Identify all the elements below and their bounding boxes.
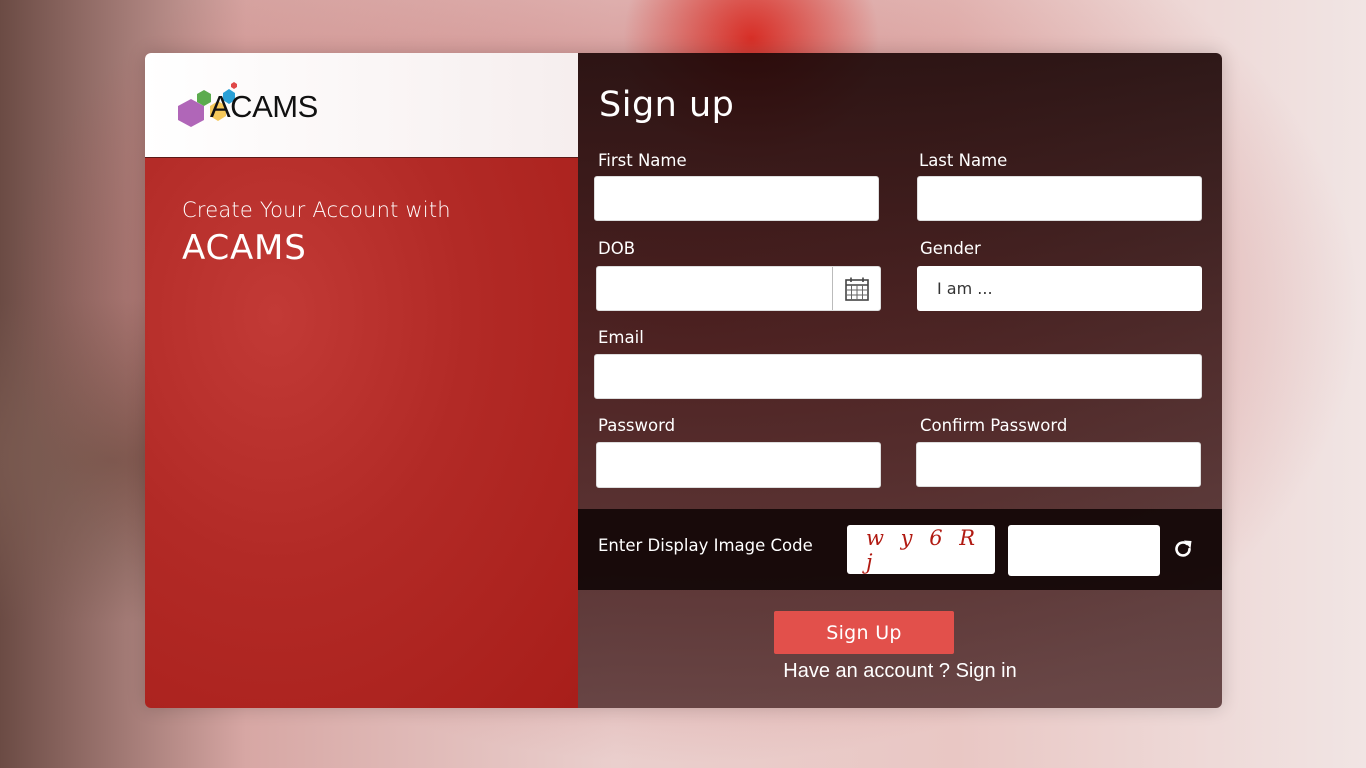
confirm-password-input[interactable]	[916, 442, 1201, 487]
first-name-input[interactable]	[594, 176, 879, 221]
form-title: Sign up	[599, 85, 735, 125]
tagline-line1: Create Your Account with	[182, 198, 451, 222]
acams-logo: ACAMS	[177, 81, 332, 133]
captcha-refresh-button[interactable]	[1171, 537, 1195, 561]
captcha-label: Enter Display Image Code	[598, 536, 813, 555]
refresh-icon	[1175, 540, 1192, 557]
email-input[interactable]	[594, 354, 1202, 399]
gender-select[interactable]: I am ...	[917, 266, 1202, 311]
first-name-label: First Name	[598, 151, 687, 170]
calendar-icon	[844, 277, 869, 301]
captcha-input[interactable]	[1008, 525, 1160, 576]
captcha-image: w y 6 R j	[847, 525, 995, 574]
sign-in-link[interactable]: Sign in	[956, 660, 1017, 682]
gender-label: Gender	[920, 239, 981, 258]
last-name-input[interactable]	[917, 176, 1202, 221]
logo-bar: ACAMS	[145, 53, 578, 158]
logo-text: ACAMS	[210, 89, 318, 124]
tagline-line2: ACAMS	[182, 228, 307, 268]
signup-card: ACAMS Create Your Account with ACAMS Sig…	[145, 53, 1222, 708]
email-label: Email	[598, 328, 644, 347]
signin-prompt: Have an account ?	[783, 660, 956, 682]
dob-label: DOB	[598, 239, 636, 258]
password-input[interactable]	[596, 442, 881, 488]
sign-up-button[interactable]: Sign Up	[774, 611, 954, 654]
confirm-password-label: Confirm Password	[920, 416, 1068, 435]
last-name-label: Last Name	[919, 151, 1008, 170]
signup-form-panel: Sign up First Name Last Name DOB Gender …	[578, 53, 1222, 708]
captcha-bar: Enter Display Image Code w y 6 R j	[578, 509, 1222, 590]
dob-field[interactable]	[596, 266, 881, 311]
tagline: Create Your Account with ACAMS	[182, 198, 451, 268]
gender-selected-value: I am ...	[937, 279, 993, 298]
signin-line: Have an account ? Sign in	[578, 660, 1222, 683]
calendar-button[interactable]	[832, 267, 880, 310]
brand-panel: ACAMS Create Your Account with ACAMS	[145, 53, 578, 708]
password-label: Password	[598, 416, 676, 435]
